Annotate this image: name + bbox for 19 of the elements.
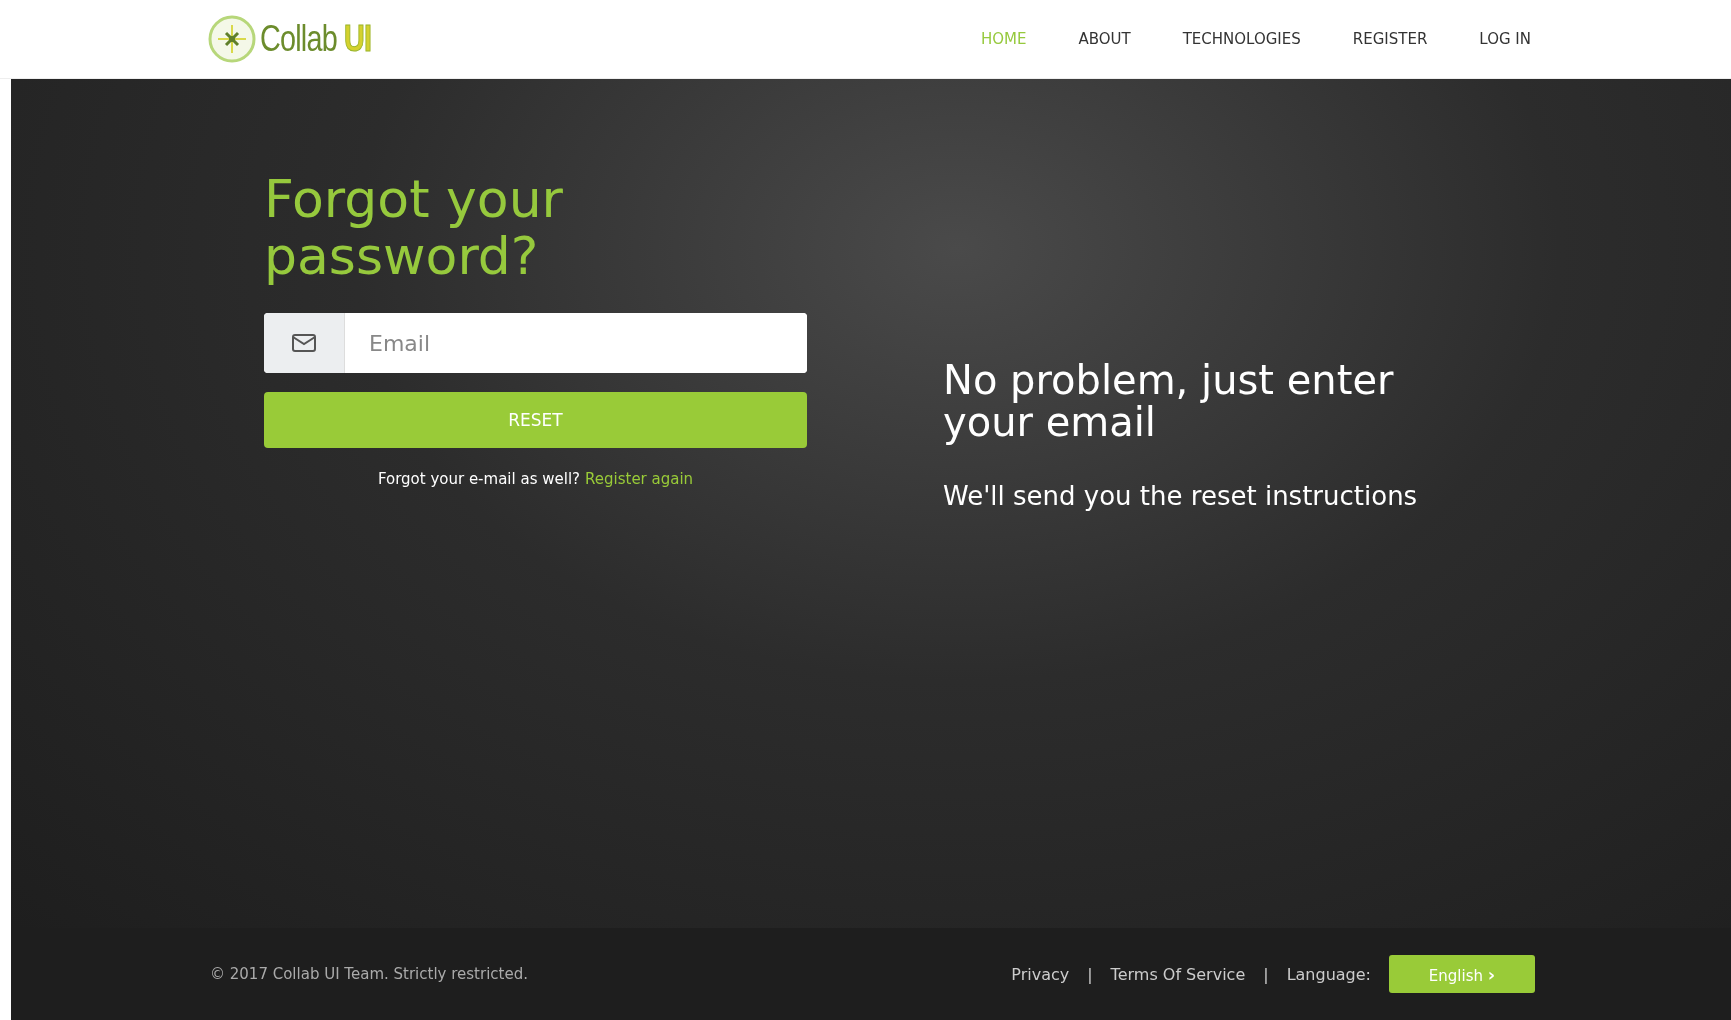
envelope-icon [291,333,317,353]
separator-text: | [1087,964,1093,984]
copyright-text: © 2017 Collab UI Team. Strictly restricted. [210,965,528,983]
nav-link[interactable]: TECHNOLOGIES [1182,30,1301,48]
language-label: Language: [1286,964,1371,984]
page-title: Forgot your password? [264,171,564,285]
register-link[interactable]: Register again [585,470,694,488]
logo-icon [208,15,256,63]
logo-wordmark: Collab UI [260,18,372,60]
email-field[interactable]: Email [264,313,807,373]
nav-link[interactable]: REGISTER [1352,30,1428,48]
nav-link[interactable]: LOG IN [1479,30,1531,48]
hint-text: Forgot your e-mail as well? [377,470,580,488]
aside-text: We'll send you the reset instructions [943,481,1419,511]
footer-link[interactable]: Privacy [1011,964,1070,984]
separator-text: | [1263,964,1269,984]
nav-link[interactable]: ABOUT [1078,30,1131,48]
footer-link[interactable]: Terms Of Service [1110,964,1246,984]
aside-heading: No problem, just enter your email [943,359,1395,443]
